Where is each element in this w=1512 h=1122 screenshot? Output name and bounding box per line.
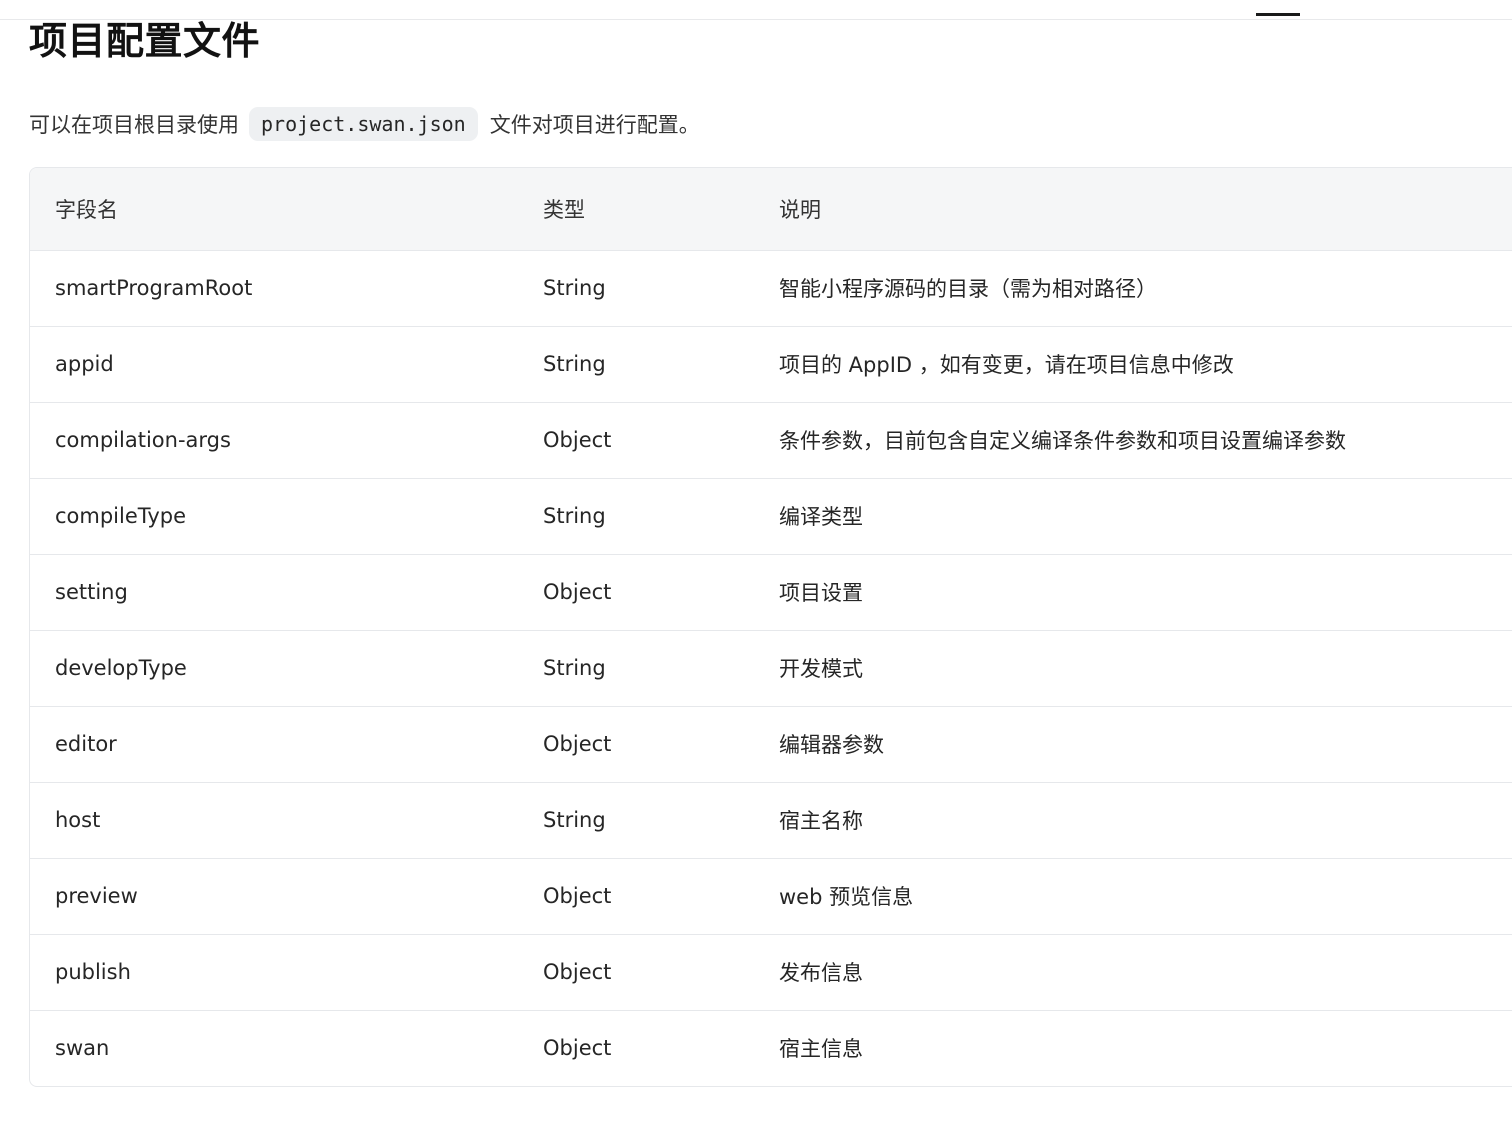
header-description: 说明	[779, 197, 821, 222]
description-cell: web 预览信息	[779, 885, 914, 909]
description-cell: 编译类型	[779, 505, 863, 529]
table-header: 字段名 类型 说明	[30, 168, 1512, 250]
table-row: setting Object 项目设置	[30, 554, 1512, 630]
intro-text-after: 文件对项目进行配置。	[489, 113, 700, 137]
header-type: 类型	[543, 197, 585, 222]
description-cell: 宿主信息	[779, 1037, 863, 1062]
table-row: appid String 项目的 AppID ，如有变更，请在项目信息中修改	[30, 326, 1512, 402]
type-cell: String	[543, 352, 606, 376]
type-cell: Object	[543, 960, 612, 984]
field-name-cell: appid	[55, 352, 114, 376]
description-cell: 项目的 AppID ，如有变更，请在项目信息中修改	[779, 353, 1234, 377]
table-row: editor Object 编辑器参数	[30, 706, 1512, 782]
inline-code-filename: project.swan.json	[249, 107, 478, 141]
description-cell: 条件参数，目前包含自定义编译条件参数和项目设置编译参数	[779, 429, 1346, 453]
description-cell: 项目设置	[779, 581, 863, 605]
description-cell: 智能小程序源码的目录（需为相对路径）	[779, 277, 1157, 301]
table-row: developType String 开发模式	[30, 630, 1512, 706]
type-cell: Object	[543, 428, 612, 452]
table-row: smartProgramRoot String 智能小程序源码的目录（需为相对路…	[30, 250, 1512, 326]
table-row: host String 宿主名称	[30, 782, 1512, 858]
description-cell: 宿主名称	[779, 809, 863, 833]
table-row: swan Object 宿主信息	[30, 1010, 1512, 1086]
table-row: publish Object 发布信息	[30, 934, 1512, 1010]
field-name-cell: compileType	[55, 504, 187, 528]
type-cell: Object	[543, 580, 612, 604]
page-title: 项目配置文件	[29, 19, 261, 63]
field-name-cell: smartProgramRoot	[55, 276, 253, 300]
type-cell: Object	[543, 1036, 612, 1061]
field-name-cell: compilation-args	[55, 428, 231, 452]
table-header-row: 字段名 类型 说明	[30, 168, 1512, 250]
field-name-cell: developType	[55, 656, 187, 680]
type-cell: String	[543, 504, 606, 528]
field-name-cell: setting	[55, 580, 128, 604]
type-cell: Object	[543, 884, 612, 908]
header-field-name: 字段名	[55, 197, 118, 222]
type-cell: String	[543, 276, 606, 300]
field-name-cell: host	[55, 808, 101, 832]
field-name-cell: preview	[55, 884, 138, 908]
config-fields-table: 字段名 类型 说明 smartProgramRoot String 智能小程序源…	[29, 167, 1512, 1087]
type-cell: String	[543, 808, 606, 832]
description-cell: 发布信息	[779, 961, 863, 985]
table-body: smartProgramRoot String 智能小程序源码的目录（需为相对路…	[30, 250, 1512, 1086]
table-row: compilation-args Object 条件参数，目前包含自定义编译条件…	[30, 402, 1512, 478]
type-cell: Object	[543, 732, 612, 756]
field-name-cell: swan	[55, 1036, 110, 1061]
description-cell: 开发模式	[779, 657, 863, 681]
active-tab-indicator	[1256, 13, 1300, 16]
table-row: compileType String 编译类型	[30, 478, 1512, 554]
field-name-cell: publish	[55, 960, 131, 984]
field-name-cell: editor	[55, 732, 117, 756]
intro-paragraph: 可以在项目根目录使用 project.swan.json 文件对项目进行配置。	[29, 106, 700, 142]
table-row: preview Object web 预览信息	[30, 858, 1512, 934]
type-cell: String	[543, 656, 606, 680]
intro-text-before: 可以在项目根目录使用	[29, 113, 239, 137]
description-cell: 编辑器参数	[779, 733, 884, 757]
